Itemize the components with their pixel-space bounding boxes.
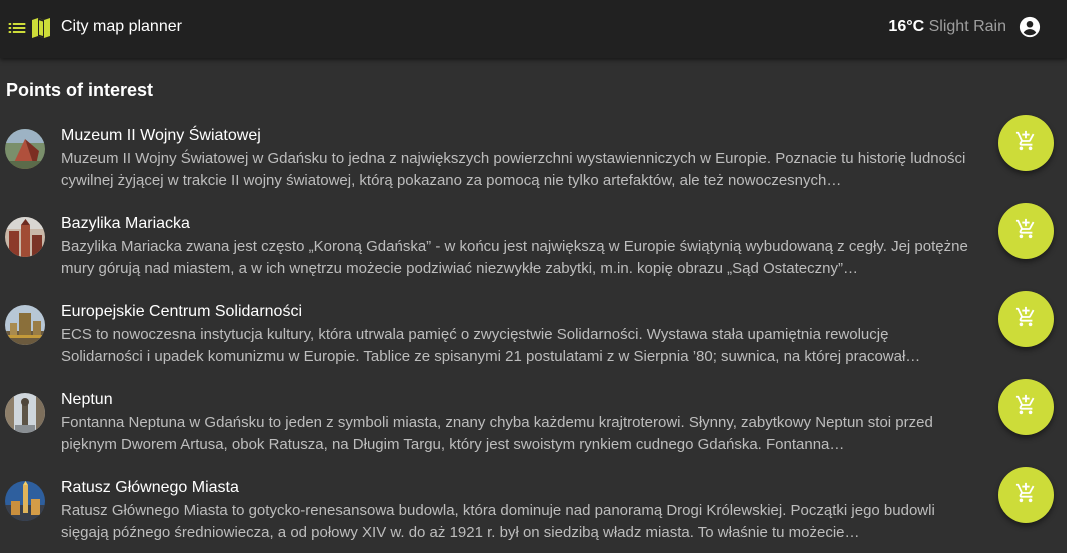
- add-to-cart-icon: [1015, 218, 1037, 245]
- top-app-bar: City map planner 16°C Slight Rain: [0, 0, 1067, 58]
- avatar: [5, 481, 45, 521]
- list-item[interactable]: Europejskie Centrum Solidarności ECS to …: [0, 288, 1067, 376]
- avatar: [5, 129, 45, 169]
- app-title: City map planner: [61, 18, 182, 35]
- item-title: Bazylika Mariacka: [61, 215, 190, 232]
- weather-temperature: 16°C: [888, 18, 925, 35]
- add-to-cart-button[interactable]: [998, 467, 1054, 523]
- add-to-cart-icon: [1015, 130, 1037, 157]
- item-title: Ratusz Głównego Miasta: [61, 479, 239, 496]
- item-title: Muzeum II Wojny Światowej: [61, 127, 261, 144]
- item-description: Fontanna Neptuna w Gdańsku to jeden z sy…: [61, 414, 933, 453]
- item-description: Bazylika Mariacka zwana jest często „Kor…: [61, 238, 968, 277]
- section-title: Points of interest: [6, 80, 154, 100]
- map-icon: [31, 17, 51, 39]
- item-description: Ratusz Głównego Miasta to gotycko-renesa…: [61, 502, 935, 541]
- list-item[interactable]: Ratusz Głównego Miasta Ratusz Głównego M…: [0, 464, 1067, 552]
- add-to-cart-button[interactable]: [998, 203, 1054, 259]
- list-item[interactable]: Bazylika Mariacka Bazylika Mariacka zwan…: [0, 200, 1067, 288]
- add-to-cart-icon: [1015, 306, 1037, 333]
- points-of-interest-list: Muzeum II Wojny Światowej Muzeum II Wojn…: [0, 112, 1067, 552]
- item-description: Muzeum II Wojny Światowej w Gdańsku to j…: [61, 150, 966, 189]
- list-item[interactable]: Muzeum II Wojny Światowej Muzeum II Wojn…: [0, 112, 1067, 200]
- add-to-cart-button[interactable]: [998, 115, 1054, 171]
- add-to-cart-icon: [1015, 482, 1037, 509]
- list-icon[interactable]: [7, 18, 27, 38]
- list-item[interactable]: Neptun Fontanna Neptuna w Gdańsku to jed…: [0, 376, 1067, 464]
- avatar: [5, 393, 45, 433]
- add-to-cart-icon: [1015, 394, 1037, 421]
- avatar: [5, 305, 45, 345]
- weather-display: 16°C Slight Rain: [888, 18, 1006, 36]
- avatar: [5, 217, 45, 257]
- add-to-cart-button[interactable]: [998, 379, 1054, 435]
- add-to-cart-button[interactable]: [998, 291, 1054, 347]
- weather-condition: Slight Rain: [928, 18, 1006, 35]
- item-title: Europejskie Centrum Solidarności: [61, 303, 302, 320]
- item-description: ECS to nowoczesna instytucja kultury, kt…: [61, 326, 921, 365]
- item-title: Neptun: [61, 391, 113, 408]
- account-circle-icon[interactable]: [1019, 16, 1041, 38]
